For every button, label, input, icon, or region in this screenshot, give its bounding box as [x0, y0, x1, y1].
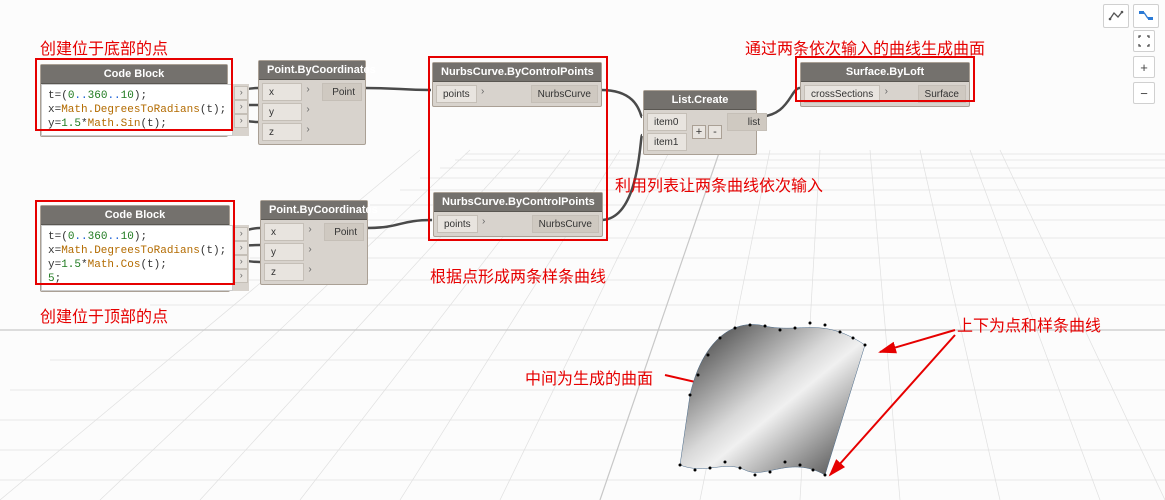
annotation-text: 通过两条依次输入的曲线生成曲面	[745, 35, 985, 59]
chevron-icon[interactable]: ›	[479, 214, 489, 234]
output-ports: › › ›	[233, 84, 249, 136]
out-port[interactable]: ›	[234, 269, 248, 283]
code-editor[interactable]: t=(0..360..10); x=Math.DegreesToRadians(…	[41, 225, 233, 291]
annotation-text: 中间为生成的曲面	[525, 365, 653, 389]
surface-geometry-preview	[670, 310, 890, 480]
chevron-icon[interactable]: ›	[478, 84, 488, 104]
node-code-block-2[interactable]: Code Block t=(0..360..10); x=Math.Degree…	[40, 205, 230, 292]
in-port-y[interactable]: y	[264, 243, 304, 261]
out-port-list[interactable]: list	[727, 113, 767, 131]
in-port-x[interactable]: x	[262, 83, 302, 101]
annotation-text: 创建位于顶部的点	[40, 303, 168, 327]
fit-view-button[interactable]	[1133, 30, 1155, 52]
out-port[interactable]: ›	[234, 86, 248, 100]
in-port-crosssections[interactable]: crossSections	[804, 85, 880, 103]
node-point-by-coords-1[interactable]: Point.ByCoordinates x› y› z› Point	[258, 60, 366, 145]
annotation-text: 创建位于底部的点	[40, 35, 168, 59]
viewport-nav-controls: + −	[1133, 30, 1155, 104]
node-title: Point.ByCoordinates	[259, 61, 365, 80]
out-port-surface[interactable]: Surface	[918, 85, 966, 103]
in-port-points[interactable]: points	[437, 215, 478, 233]
node-point-by-coords-2[interactable]: Point.ByCoordinates x› y› z› Point	[260, 200, 368, 285]
remove-input-button[interactable]: -	[708, 125, 722, 139]
annotation-text: 根据点形成两条样条曲线	[430, 263, 606, 287]
out-port[interactable]: ›	[234, 241, 248, 255]
in-port-item0[interactable]: item0	[647, 113, 687, 131]
out-port[interactable]: ›	[234, 227, 248, 241]
chevron-icon[interactable]: ›	[305, 242, 315, 262]
node-title: Code Block	[41, 65, 227, 84]
chevron-icon[interactable]: ›	[305, 222, 315, 242]
chevron-icon[interactable]: ›	[305, 262, 315, 282]
chevron-icon[interactable]: ›	[881, 84, 891, 104]
node-title: Point.ByCoordinates	[261, 201, 367, 220]
in-port-x[interactable]: x	[264, 223, 304, 241]
node-nurbs-curve-2[interactable]: NurbsCurve.ByControlPoints points› Nurbs…	[433, 192, 603, 237]
node-title: NurbsCurve.ByControlPoints	[433, 63, 601, 82]
node-title: Code Block	[41, 206, 229, 225]
add-input-button[interactable]: +	[692, 125, 706, 139]
in-port-z[interactable]: z	[264, 263, 304, 281]
view-toolbar	[1103, 4, 1159, 28]
node-title: NurbsCurve.ByControlPoints	[434, 193, 602, 212]
annotation-text: 上下为点和样条曲线	[957, 312, 1101, 336]
out-port[interactable]: ›	[234, 100, 248, 114]
geometry-view-toggle[interactable]	[1104, 5, 1128, 27]
node-list-create[interactable]: List.Create item0 item1 + - list	[643, 90, 757, 155]
annotation-text: 利用列表让两条曲线依次输入	[615, 172, 823, 196]
output-ports: › › › ›	[233, 225, 249, 291]
out-port[interactable]: ›	[234, 114, 248, 128]
out-port-point[interactable]: Point	[322, 83, 362, 101]
in-port-y[interactable]: y	[262, 103, 302, 121]
zoom-out-button[interactable]: −	[1133, 82, 1155, 104]
node-title: List.Create	[644, 91, 756, 110]
zoom-in-button[interactable]: +	[1133, 56, 1155, 78]
out-port[interactable]: ›	[234, 255, 248, 269]
out-port-curve[interactable]: NurbsCurve	[531, 85, 598, 103]
chevron-icon[interactable]: ›	[303, 82, 313, 102]
in-port-z[interactable]: z	[262, 123, 302, 141]
in-port-item1[interactable]: item1	[647, 133, 687, 151]
graph-view-toggle[interactable]	[1134, 5, 1158, 27]
node-surface-by-loft[interactable]: Surface.ByLoft crossSections› Surface	[800, 62, 970, 107]
node-code-block-1[interactable]: Code Block t=(0..360..10); x=Math.Degree…	[40, 64, 228, 137]
out-port-point[interactable]: Point	[324, 223, 364, 241]
chevron-icon[interactable]: ›	[303, 102, 313, 122]
node-nurbs-curve-1[interactable]: NurbsCurve.ByControlPoints points› Nurbs…	[432, 62, 602, 107]
in-port-points[interactable]: points	[436, 85, 477, 103]
chevron-icon[interactable]: ›	[303, 122, 313, 142]
node-title: Surface.ByLoft	[801, 63, 969, 82]
code-editor[interactable]: t=(0..360..10); x=Math.DegreesToRadians(…	[41, 84, 233, 136]
out-port-curve[interactable]: NurbsCurve	[532, 215, 599, 233]
